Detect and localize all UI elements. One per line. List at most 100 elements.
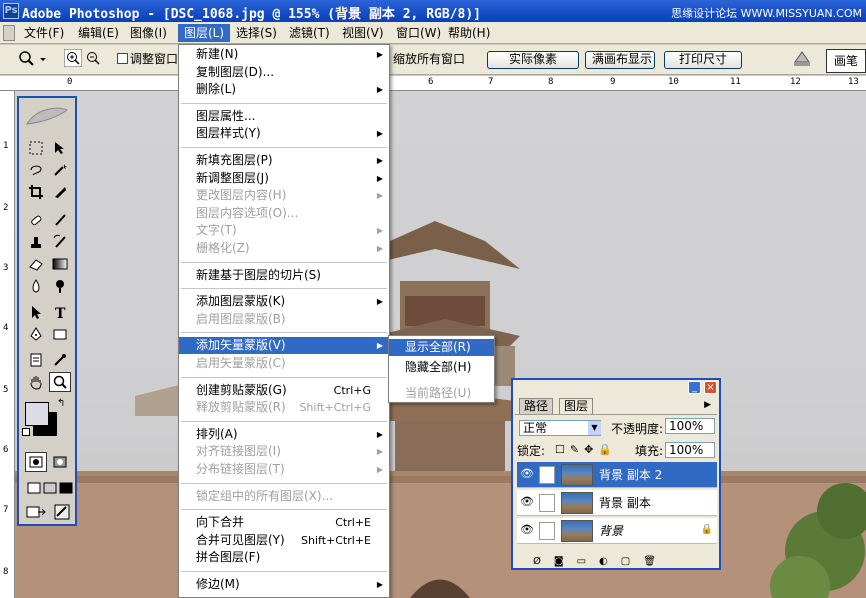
layer-menu-item[interactable]: 添加矢量蒙版(V) ▶: [179, 337, 389, 355]
layer-link-slot[interactable]: [539, 494, 555, 512]
hand-tool-icon[interactable]: [25, 372, 47, 392]
blur-tool-icon[interactable]: [25, 276, 47, 296]
menu-file[interactable]: 文件(F): [18, 24, 70, 42]
fit-screen-button[interactable]: 满画布显示: [585, 51, 655, 69]
jump-to-imageready-icon[interactable]: [25, 502, 47, 522]
layer-menu-item[interactable]: 添加图层蒙版(K) ▶: [179, 293, 389, 310]
marquee-tool-icon[interactable]: [25, 138, 47, 158]
history-brush-tool-icon[interactable]: [49, 232, 71, 252]
slice-tool-icon[interactable]: [49, 182, 71, 202]
layer-menu-item[interactable]: 创建剪贴蒙版(G) Ctrl+G: [179, 382, 389, 399]
close-icon[interactable]: ×: [704, 381, 717, 394]
shape-tool-icon[interactable]: [49, 324, 71, 344]
eyedropper-tool-icon[interactable]: [49, 350, 71, 370]
new-layer-icon[interactable]: ▢: [621, 556, 630, 570]
delete-layer-icon[interactable]: 🗑: [643, 556, 656, 570]
layer-menu-item[interactable]: 向下合并 Ctrl+E: [179, 514, 389, 531]
layer-link-slot[interactable]: [539, 466, 555, 484]
notes-tool-icon[interactable]: [25, 350, 47, 370]
clone-stamp-tool-icon[interactable]: [25, 232, 47, 252]
actual-pixels-button[interactable]: 实际像素: [487, 51, 579, 69]
submenu-arrow-icon: ▶: [376, 297, 383, 307]
zoom-out-icon[interactable]: [84, 49, 102, 67]
layer-row[interactable]: 👁 背景 🔒: [517, 518, 717, 544]
opacity-input[interactable]: 100%: [665, 418, 715, 434]
zoom-tool-icon[interactable]: [18, 50, 48, 68]
swap-colors-icon[interactable]: ↰: [57, 398, 65, 409]
path-selection-tool-icon[interactable]: [25, 302, 47, 322]
layer-menu-item[interactable]: 排列(A) ▶: [179, 426, 389, 443]
checkbox-box[interactable]: [117, 53, 128, 64]
healing-brush-tool-icon[interactable]: [25, 210, 47, 230]
layer-row[interactable]: 👁 背景 副本: [517, 490, 717, 516]
visibility-eye-icon[interactable]: 👁: [519, 495, 535, 511]
visibility-eye-icon[interactable]: 👁: [519, 467, 535, 483]
palette-menu-arrow-icon[interactable]: ▶: [704, 400, 711, 410]
tab-paths[interactable]: 路径: [519, 398, 554, 414]
layer-menu-item[interactable]: 拼合图层(F): [179, 549, 389, 566]
standard-mode-icon[interactable]: [25, 452, 47, 472]
dodge-tool-icon[interactable]: [49, 276, 71, 296]
layer-menu-item[interactable]: 新填充图层(P) ▶: [179, 152, 389, 169]
layer-menu-item: 启用矢量蒙版(C): [179, 355, 389, 372]
menu-image[interactable]: 图像(I): [124, 24, 173, 42]
tools-palette[interactable]: T ↰: [17, 96, 77, 526]
default-colors-icon[interactable]: [22, 428, 30, 436]
menu-select[interactable]: 选择(S): [230, 24, 283, 42]
submenu-item[interactable]: 隐藏全部(H): [389, 359, 494, 376]
file-browser-icon[interactable]: [792, 48, 812, 66]
quick-mask-mode-icon[interactable]: [49, 452, 71, 472]
menu-window[interactable]: 窗口(W): [390, 24, 447, 42]
fill-input[interactable]: 100%: [665, 442, 715, 458]
move-tool-icon[interactable]: [49, 138, 71, 158]
ruler-tick: 7: [3, 505, 9, 515]
layer-menu-item[interactable]: 复制图层(D)...: [179, 64, 389, 81]
print-size-button[interactable]: 打印尺寸: [664, 51, 742, 69]
new-group-icon[interactable]: ▭: [577, 556, 586, 570]
menu-item-label: 添加图层蒙版(K): [196, 294, 286, 309]
layer-row[interactable]: 👁 背景 副本 2: [517, 462, 717, 488]
lock-options-icons[interactable]: ☐✎✥🔒: [555, 443, 617, 456]
layer-style-icon[interactable]: Ø: [533, 556, 541, 570]
type-tool-icon[interactable]: T: [49, 302, 71, 322]
submenu-item[interactable]: 显示全部(R): [389, 339, 494, 356]
brush-tool-icon[interactable]: [49, 210, 71, 230]
layer-menu-item[interactable]: 新建基于图层的切片(S): [179, 267, 389, 284]
layer-menu-item[interactable]: 新建(N) ▶: [179, 46, 389, 63]
layer-link-slot[interactable]: [539, 522, 555, 540]
zoom-tool-icon-toolbox[interactable]: [49, 372, 71, 392]
menu-help[interactable]: 帮助(H): [442, 24, 496, 42]
imageready-app-icon[interactable]: [51, 502, 73, 522]
layer-menu-item[interactable]: 图层样式(Y) ▶: [179, 125, 389, 142]
layers-palette[interactable]: _ × 路径 图层 ▶ 正常 ▼ 不透明度: 100% 锁定: ☐✎✥🔒 填充:…: [511, 378, 721, 570]
magic-wand-tool-icon[interactable]: [49, 160, 71, 180]
resize-window-checkbox[interactable]: 调整窗口: [117, 51, 178, 69]
menu-filter[interactable]: 滤镜(T): [283, 24, 336, 42]
full-screen-mode-icon[interactable]: [55, 478, 77, 498]
menu-layer[interactable]: 图层(L): [178, 24, 231, 42]
tab-layers[interactable]: 图层: [559, 398, 594, 414]
menu-edit[interactable]: 编辑(E): [72, 24, 125, 42]
add-mask-icon[interactable]: ◙: [554, 556, 564, 570]
menu-separator: [181, 288, 387, 290]
minimize-icon[interactable]: _: [688, 381, 701, 394]
ruler-tick: 8: [3, 567, 9, 577]
pen-tool-icon[interactable]: [25, 324, 47, 344]
chevron-down-icon[interactable]: ▼: [588, 421, 601, 435]
menu-view[interactable]: 视图(V): [336, 24, 390, 42]
lasso-tool-icon[interactable]: [25, 160, 47, 180]
layer-menu-item[interactable]: 删除(L) ▶: [179, 81, 389, 98]
adjustment-layer-icon[interactable]: ◐: [599, 556, 608, 570]
eraser-tool-icon[interactable]: [25, 254, 47, 274]
crop-tool-icon[interactable]: [25, 182, 47, 202]
ruler-tick: 3: [3, 263, 9, 273]
gradient-tool-icon[interactable]: [49, 254, 71, 274]
visibility-eye-icon[interactable]: 👁: [519, 523, 535, 539]
layer-menu-item[interactable]: 新调整图层(J) ▶: [179, 170, 389, 187]
brush-palette-tab[interactable]: 画笔: [826, 49, 866, 73]
foreground-color-swatch[interactable]: [25, 402, 49, 426]
layer-menu-item[interactable]: 合并可见图层(Y) Shift+Ctrl+E: [179, 532, 389, 549]
zoom-in-icon[interactable]: [63, 48, 83, 68]
layer-menu-item[interactable]: 图层属性...: [179, 108, 389, 125]
layer-menu-item[interactable]: 修边(M) ▶: [179, 576, 389, 593]
